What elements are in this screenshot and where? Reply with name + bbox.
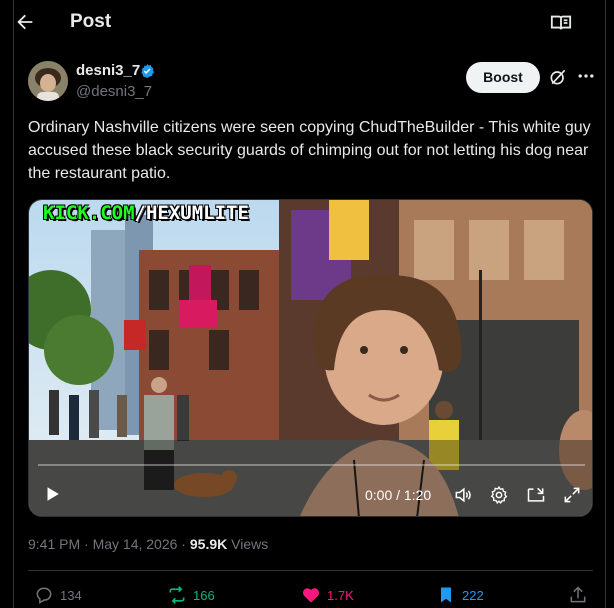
- settings-gear-icon[interactable]: [489, 485, 509, 505]
- share-icon: [570, 586, 586, 603]
- post-meta: 9:41 PM · May 14, 2026 · 95.9K Views: [28, 536, 268, 552]
- bookmark-count: 222: [462, 587, 484, 603]
- views-label: Views: [227, 536, 269, 552]
- fullscreen-icon[interactable]: [562, 485, 582, 505]
- reply-button[interactable]: 134: [34, 584, 82, 606]
- reader-mode-icon[interactable]: [550, 12, 572, 34]
- author-handle[interactable]: @desni3_7: [76, 83, 152, 100]
- video-time: 0:00 / 1:20: [365, 487, 432, 503]
- watermark-site: KICK.COM: [43, 202, 135, 224]
- tweet-text: Ordinary Nashville citizens were seen co…: [28, 119, 591, 182]
- meta-separator: ·: [177, 536, 190, 552]
- video-progress-bar[interactable]: [38, 464, 585, 466]
- engagement-divider: [28, 570, 593, 571]
- picture-in-picture-icon[interactable]: [526, 485, 546, 505]
- back-arrow-icon[interactable]: [14, 11, 36, 33]
- play-icon[interactable]: [43, 485, 61, 503]
- boost-button[interactable]: Boost: [466, 62, 540, 93]
- column-right-border: [605, 0, 606, 608]
- like-button[interactable]: 1.7K: [301, 584, 354, 606]
- video-player[interactable]: KICK.COM/HEXUMLITE 0:00 / 1:20: [28, 199, 593, 517]
- bookmark-icon: [441, 587, 451, 603]
- bookmark-button[interactable]: 222: [436, 584, 484, 606]
- more-icon[interactable]: [576, 66, 596, 86]
- views-count: 95.9K: [189, 536, 228, 552]
- page-title: Post: [70, 11, 112, 32]
- avatar[interactable]: [28, 61, 68, 101]
- reply-icon: [36, 587, 52, 604]
- grok-icon[interactable]: [548, 67, 568, 87]
- post-timestamp[interactable]: 9:41 PM · May 14, 2026: [28, 536, 177, 552]
- like-count: 1.7K: [327, 587, 354, 603]
- reply-count: 134: [60, 587, 82, 603]
- video-frame: [29, 200, 592, 516]
- heart-icon: [302, 588, 320, 603]
- share-button[interactable]: [568, 584, 594, 606]
- watermark-channel: /HEXUMLITE: [134, 202, 249, 224]
- column-left-border: [13, 0, 14, 608]
- verified-badge-icon: [139, 63, 155, 79]
- author-display-name[interactable]: desni3_7: [76, 62, 140, 79]
- repost-icon: [169, 586, 185, 604]
- stream-watermark: KICK.COM/HEXUMLITE: [43, 202, 249, 224]
- volume-icon[interactable]: [453, 485, 473, 505]
- repost-count: 166: [193, 587, 215, 603]
- repost-button[interactable]: 166: [167, 584, 215, 606]
